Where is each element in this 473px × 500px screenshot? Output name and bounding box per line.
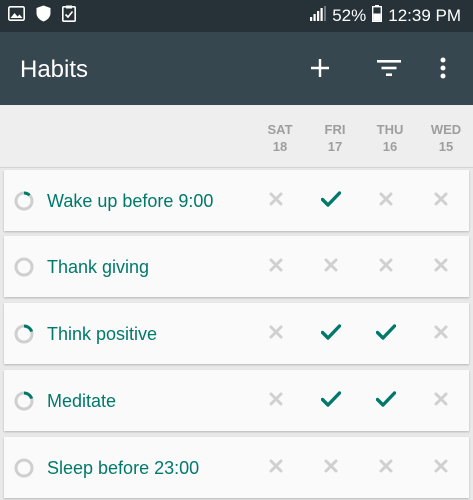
cross-icon bbox=[269, 258, 283, 277]
add-icon bbox=[310, 58, 330, 83]
cross-icon bbox=[434, 325, 448, 344]
filter-icon bbox=[377, 59, 401, 81]
status-bar: 52% 12:39 PM bbox=[0, 0, 473, 32]
habit-row[interactable]: Think positive bbox=[4, 303, 469, 364]
habit-check-cell-done[interactable] bbox=[366, 315, 406, 353]
habit-check-cell-missed[interactable] bbox=[311, 449, 351, 487]
day-date: 15 bbox=[438, 139, 454, 154]
habit-check-cell-done[interactable] bbox=[311, 315, 351, 353]
battery-percent: 52% bbox=[332, 6, 367, 25]
habit-row[interactable]: Wake up before 9:00 bbox=[4, 170, 469, 231]
notification-icons bbox=[8, 5, 76, 27]
cross-icon bbox=[269, 325, 283, 344]
habit-score-ring-icon bbox=[14, 257, 34, 277]
day-weekday: THU bbox=[376, 122, 404, 137]
cross-icon bbox=[269, 192, 283, 211]
habit-row[interactable]: Thank giving bbox=[4, 236, 469, 297]
habit-check-cell-missed[interactable] bbox=[421, 182, 461, 220]
habit-check-cell-done[interactable] bbox=[366, 382, 406, 420]
status-right: 52% 12:39 PM bbox=[310, 5, 461, 27]
day-header-thu: THU 16 bbox=[362, 121, 418, 155]
habit-row[interactable]: Meditate bbox=[4, 370, 469, 431]
overflow-menu-button[interactable] bbox=[423, 50, 463, 90]
shield-icon bbox=[36, 5, 51, 27]
habit-check-cell-missed[interactable] bbox=[421, 449, 461, 487]
checkmark-icon bbox=[375, 390, 397, 412]
habit-score-ring-icon bbox=[14, 391, 34, 411]
battery-icon bbox=[372, 5, 383, 27]
cross-icon bbox=[434, 258, 448, 277]
day-weekday: FRI bbox=[324, 122, 346, 137]
cross-icon bbox=[379, 459, 393, 478]
cross-icon bbox=[434, 392, 448, 411]
signal-icon bbox=[310, 6, 327, 26]
habit-score-ring-icon bbox=[14, 458, 34, 478]
habit-score-ring-icon bbox=[14, 191, 34, 211]
filter-button[interactable] bbox=[369, 50, 409, 90]
checklist-icon bbox=[62, 5, 76, 27]
habit-check-cell-missed[interactable] bbox=[256, 382, 296, 420]
clock: 12:39 PM bbox=[388, 6, 461, 25]
habit-check-cell-missed[interactable] bbox=[256, 315, 296, 353]
add-habit-button[interactable] bbox=[300, 50, 340, 90]
habit-name: Thank giving bbox=[47, 257, 150, 277]
habit-check-cell-done[interactable] bbox=[311, 182, 351, 220]
day-header-sat: SAT 18 bbox=[252, 121, 308, 155]
habit-score-ring-icon bbox=[14, 324, 34, 344]
habit-check-cell-missed[interactable] bbox=[366, 248, 406, 286]
cross-icon bbox=[434, 459, 448, 478]
day-header-fri: FRI 17 bbox=[307, 121, 363, 155]
cross-icon bbox=[324, 459, 338, 478]
cross-icon bbox=[434, 192, 448, 211]
habit-name: Meditate bbox=[47, 391, 117, 411]
habit-check-cell-missed[interactable] bbox=[421, 382, 461, 420]
day-weekday: WED bbox=[430, 122, 462, 137]
day-header-row: SAT 18 FRI 17 THU 16 WED 15 bbox=[0, 105, 473, 168]
cross-icon bbox=[269, 392, 283, 411]
habit-check-cell-missed[interactable] bbox=[311, 248, 351, 286]
day-header-wed: WED 15 bbox=[418, 121, 473, 155]
habit-check-cell-done[interactable] bbox=[311, 382, 351, 420]
habit-row[interactable]: Sleep before 23:00 bbox=[4, 437, 469, 498]
habit-name: Think positive bbox=[47, 324, 158, 344]
overflow-menu-icon bbox=[440, 57, 446, 84]
habit-name: Sleep before 23:00 bbox=[47, 458, 200, 478]
cross-icon bbox=[269, 459, 283, 478]
habit-check-cell-missed[interactable] bbox=[366, 182, 406, 220]
habit-name: Wake up before 9:00 bbox=[47, 191, 214, 211]
cross-icon bbox=[324, 258, 338, 277]
checkmark-icon bbox=[320, 323, 342, 345]
habit-check-cell-missed[interactable] bbox=[256, 248, 296, 286]
image-icon bbox=[8, 6, 25, 26]
day-weekday: SAT bbox=[267, 122, 293, 137]
checkmark-icon bbox=[320, 390, 342, 412]
cross-icon bbox=[379, 258, 393, 277]
cross-icon bbox=[379, 192, 393, 211]
day-date: 16 bbox=[382, 139, 398, 154]
checkmark-icon bbox=[320, 190, 342, 212]
checkmark-icon bbox=[375, 323, 397, 345]
page-title: Habits bbox=[20, 56, 89, 83]
day-date: 17 bbox=[327, 139, 343, 154]
app-bar: Habits bbox=[0, 32, 473, 105]
day-date: 18 bbox=[272, 139, 288, 154]
habit-check-cell-missed[interactable] bbox=[366, 449, 406, 487]
habit-check-cell-missed[interactable] bbox=[256, 182, 296, 220]
habit-check-cell-missed[interactable] bbox=[256, 449, 296, 487]
habit-check-cell-missed[interactable] bbox=[421, 248, 461, 286]
habit-check-cell-missed[interactable] bbox=[421, 315, 461, 353]
